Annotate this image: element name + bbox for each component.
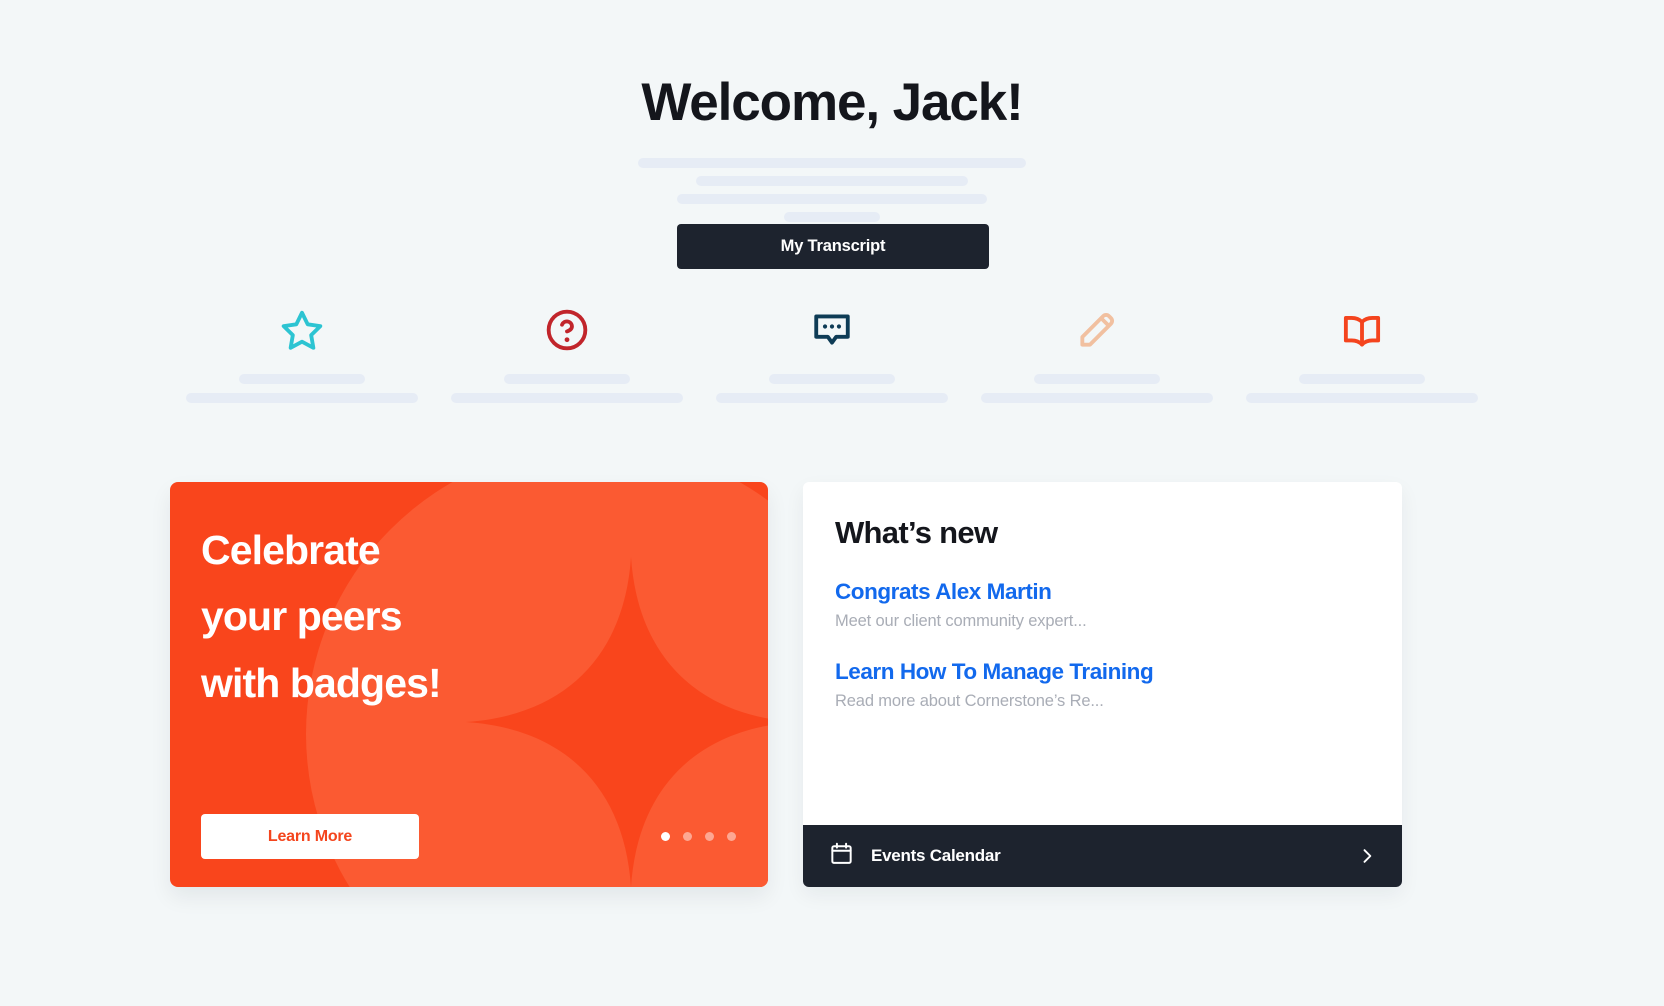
- promo-headline: Celebrate your peers with badges!: [201, 517, 442, 716]
- pencil-icon: [1075, 300, 1119, 360]
- shortcut-item-star[interactable]: [170, 300, 435, 403]
- placeholder-line: [696, 176, 968, 186]
- whats-new-card: What’s new Congrats Alex Martin Meet our…: [803, 482, 1402, 887]
- carousel-dot-1[interactable]: [661, 832, 670, 841]
- carousel-dot-2[interactable]: [683, 832, 692, 841]
- calendar-icon: [829, 841, 854, 871]
- events-calendar-label: Events Calendar: [871, 846, 1001, 865]
- shortcut-placeholder-lines: [980, 374, 1213, 403]
- placeholder-line: [239, 374, 366, 384]
- news-summary: Read more about Cornerstone’s Re...: [835, 692, 1104, 710]
- placeholder-line: [504, 374, 631, 384]
- placeholder-line: [451, 393, 684, 403]
- carousel-dot-4[interactable]: [727, 832, 736, 841]
- placeholder-line: [1298, 374, 1425, 384]
- learn-more-button[interactable]: Learn More: [201, 814, 419, 859]
- events-calendar-button[interactable]: Events Calendar: [803, 825, 1402, 887]
- placeholder-line: [715, 393, 948, 403]
- whats-new-title: What’s new: [835, 515, 998, 550]
- shortcut-item-help[interactable]: [435, 300, 700, 403]
- shortcut-icon-row: [170, 300, 1494, 403]
- placeholder-line: [677, 194, 987, 204]
- news-summary: Meet our client community expert...: [835, 612, 1087, 630]
- home-dashboard: Welcome, Jack! My Transcript Celebrate y…: [0, 0, 1664, 1006]
- placeholder-line: [186, 393, 419, 403]
- promo-headline-line-1: Celebrate: [201, 527, 381, 573]
- whats-new-body: What’s new Congrats Alex Martin Meet our…: [803, 482, 1402, 825]
- my-transcript-button[interactable]: My Transcript: [677, 224, 989, 269]
- chat-bubble-icon: [810, 300, 854, 360]
- placeholder-line: [768, 374, 895, 384]
- placeholder-line: [1033, 374, 1160, 384]
- news-link-learn-how-to-manage-training[interactable]: Learn How To Manage Training: [835, 659, 1370, 685]
- chevron-right-icon: [1357, 846, 1377, 866]
- promo-headline-line-2: your peers: [201, 593, 403, 640]
- intro-placeholder-block: [0, 158, 1664, 222]
- promo-carousel-card[interactable]: Celebrate your peers with badges! Learn …: [170, 482, 768, 887]
- promo-headline-line-3: with badges!: [201, 659, 442, 706]
- shortcut-item-library[interactable]: [1229, 300, 1494, 403]
- whats-new-list: Congrats Alex Martin Meet our client com…: [835, 579, 1370, 711]
- carousel-dots: [661, 832, 736, 841]
- list-item: Congrats Alex Martin Meet our client com…: [835, 579, 1370, 631]
- news-link-congrats-alex-martin[interactable]: Congrats Alex Martin: [835, 579, 1370, 605]
- carousel-dot-3[interactable]: [705, 832, 714, 841]
- shortcut-placeholder-lines: [715, 374, 948, 403]
- list-item: Learn How To Manage Training Read more a…: [835, 659, 1370, 711]
- placeholder-line: [980, 393, 1213, 403]
- star-icon: [280, 300, 324, 360]
- placeholder-line: [638, 158, 1026, 168]
- shortcut-placeholder-lines: [186, 374, 419, 403]
- placeholder-line: [784, 212, 880, 222]
- shortcut-placeholder-lines: [451, 374, 684, 403]
- placeholder-line: [1245, 393, 1478, 403]
- shortcut-item-edit[interactable]: [964, 300, 1229, 403]
- open-book-icon: [1340, 300, 1384, 360]
- page-title: Welcome, Jack!: [641, 73, 1023, 132]
- shortcut-item-chat[interactable]: [700, 300, 965, 403]
- question-circle-icon: [545, 300, 589, 360]
- shortcut-placeholder-lines: [1245, 374, 1478, 403]
